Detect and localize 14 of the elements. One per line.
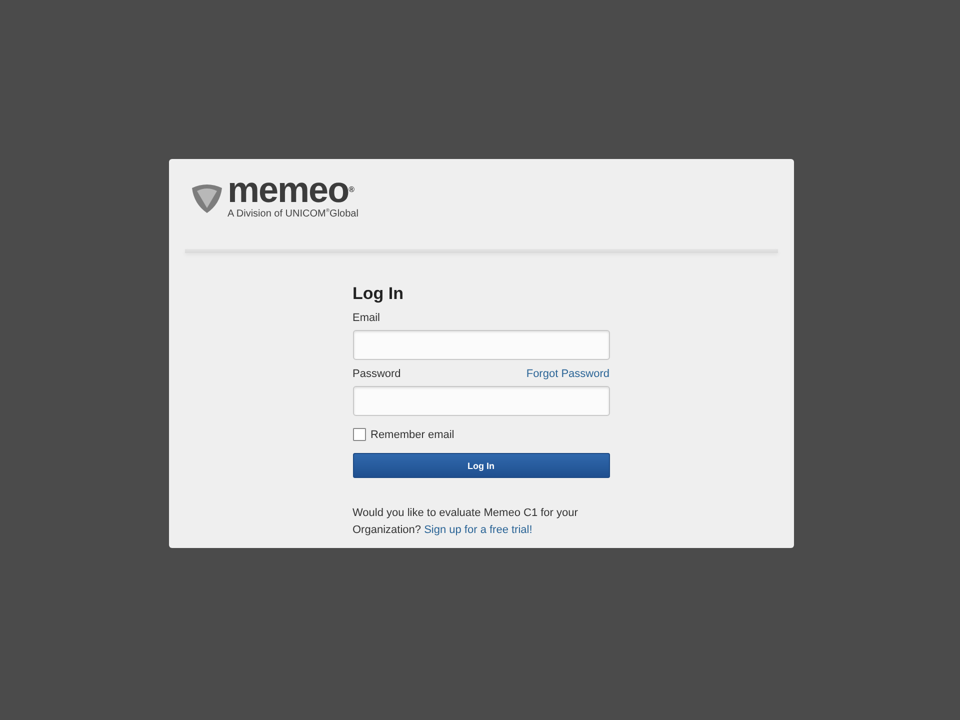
trial-prompt: Would you like to evaluate Memeo C1 for your Organization? Sign up for a free trial! <box>352 506 579 538</box>
email-field[interactable] <box>352 330 610 360</box>
password-field[interactable] <box>352 386 610 416</box>
brand-logo-text: memeo$^{®}$ <box>228 175 354 205</box>
password-label: Password <box>352 368 401 380</box>
remember-checkbox[interactable] <box>352 428 366 442</box>
brand-tagline: A Division of UNICOM$^{®}$Global <box>228 207 358 220</box>
remember-label: Remember email <box>370 428 454 441</box>
login-button[interactable]: Log In <box>352 453 610 478</box>
email-label: Email <box>352 312 380 324</box>
form-title: Log In <box>352 284 404 304</box>
signup-link[interactable]: Sign up for a free trial! <box>424 524 532 536</box>
shield-logo-icon <box>190 182 224 214</box>
forgot-password-link[interactable]: Forgot Password <box>526 368 610 380</box>
